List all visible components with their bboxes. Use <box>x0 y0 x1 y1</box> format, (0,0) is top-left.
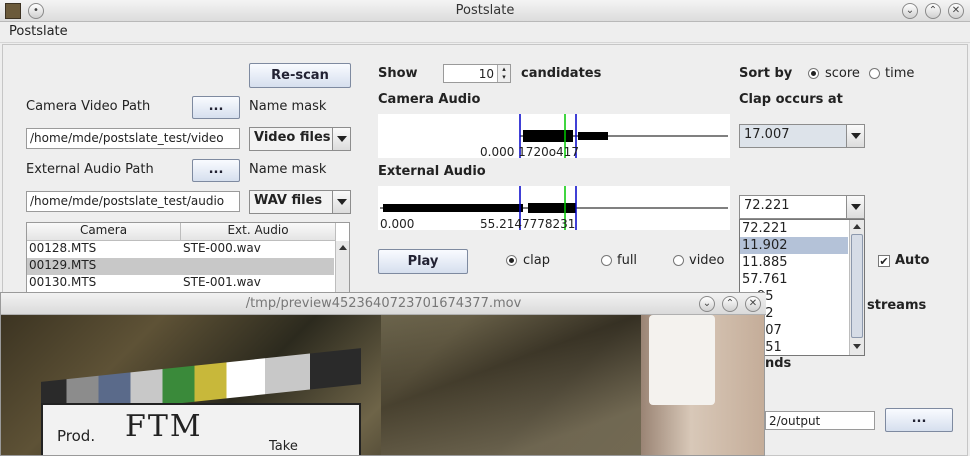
audio-name-mask-label: Name mask <box>249 162 327 177</box>
slate-handwritten-text: FTM <box>125 409 203 444</box>
audio-browse-button[interactable]: ... <box>192 159 240 182</box>
preview-video-frame: Prod. FTM Take <box>1 315 764 455</box>
sort-score-radio[interactable] <box>808 68 819 79</box>
column-header-camera[interactable]: Camera <box>27 223 181 241</box>
clap-radio[interactable] <box>506 255 517 266</box>
audio-clap-value: 72.221 <box>744 198 790 213</box>
full-radio[interactable] <box>601 255 612 266</box>
table-scrollbar[interactable] <box>335 241 349 293</box>
list-item[interactable]: 907 <box>755 322 848 339</box>
table-cell: STE-000.wav <box>183 241 261 255</box>
camera-audio-label: Camera Audio <box>378 92 481 107</box>
play-button[interactable]: Play <box>378 249 468 274</box>
audio-path-label: External Audio Path <box>26 162 154 177</box>
spinner-arrows-icon[interactable]: ▴ ▾ <box>497 65 510 82</box>
list-item[interactable]: 62 <box>755 305 848 322</box>
clapper-body: Prod. FTM Take <box>41 403 361 455</box>
chevron-down-icon[interactable] <box>332 191 350 213</box>
clap-occurs-label: Clap occurs at <box>739 92 843 107</box>
list-item[interactable]: 11.902 <box>740 237 848 254</box>
preview-minimize-button[interactable]: ⌄ <box>699 296 715 312</box>
video-radio[interactable] <box>673 255 684 266</box>
rescan-button[interactable]: Re-scan <box>249 63 351 88</box>
audio-mask-select[interactable]: WAV files <box>249 190 351 214</box>
external-audio-waveform[interactable]: 0.000 55.2147778231 <box>378 186 730 231</box>
list-item[interactable]: 57.761 <box>740 271 848 288</box>
chevron-down-icon[interactable] <box>846 196 864 218</box>
file-table: Camera Ext. Audio 00128.MTS STE-000.wav … <box>26 222 350 294</box>
sort-by-label: Sort by <box>739 66 793 81</box>
table-cell: 00130.MTS <box>29 275 97 289</box>
camera-name-mask-label: Name mask <box>249 99 327 114</box>
table-cell: 00128.MTS <box>29 241 97 255</box>
camera-clap-value: 17.007 <box>744 127 790 142</box>
clapperboard-image: Prod. FTM Take <box>41 348 361 455</box>
camera-path-input[interactable]: /home/mde/postslate_test/video <box>26 128 240 149</box>
preview-window[interactable]: /tmp/preview4523640723701674377.mov ⌄ ⌃ … <box>0 292 766 456</box>
scroll-thumb[interactable] <box>851 234 863 338</box>
audio-clap-select[interactable]: 72.221 <box>739 195 865 219</box>
menu-item-postslate[interactable]: Postslate <box>9 24 68 39</box>
seconds-label: nds <box>765 356 792 371</box>
video-radio-label: video <box>689 253 725 268</box>
output-browse-button[interactable]: ... <box>885 408 953 432</box>
external-audio-tick-start: 0.000 <box>380 217 415 231</box>
preview-maximize-button[interactable]: ⌃ <box>722 296 738 312</box>
list-item[interactable]: 11.885 <box>740 254 848 271</box>
maximize-button[interactable]: ⌃ <box>925 3 941 19</box>
auto-label: Auto <box>895 253 930 268</box>
sleeve-detail <box>649 315 715 405</box>
external-audio-label: External Audio <box>378 164 486 179</box>
sort-score-label: score <box>825 66 860 81</box>
candidates-label: candidates <box>521 66 602 81</box>
camera-mask-select[interactable]: Video files <box>249 127 351 151</box>
audio-mask-value: WAV files <box>254 193 323 208</box>
menu-bar: Postslate <box>0 22 970 43</box>
table-row[interactable]: 00128.MTS STE-000.wav <box>27 241 334 258</box>
foliage-detail <box>381 315 641 455</box>
camera-audio-waveform[interactable]: 0.000 1720o417 <box>378 114 730 159</box>
slate-take-label: Take <box>269 439 298 454</box>
title-bar: • Postslate ⌄ ⌃ ✕ <box>0 0 970 22</box>
dropdown-scrollbar[interactable] <box>849 220 864 355</box>
output-path-input[interactable]: 2/output <box>765 411 875 430</box>
slate-prod-label: Prod. <box>57 427 96 445</box>
list-item[interactable]: 851 <box>755 339 848 356</box>
candidates-value: 10 <box>478 67 494 81</box>
camera-path-label: Camera Video Path <box>26 99 151 114</box>
candidates-spinner[interactable]: 10 ▴ ▾ <box>443 64 511 83</box>
sort-time-label: time <box>885 66 915 81</box>
scroll-up-icon[interactable] <box>339 245 347 250</box>
external-audio-tick-labels: 55.2147778231 <box>480 217 576 231</box>
preview-close-button[interactable]: ✕ <box>745 296 761 312</box>
camera-browse-button[interactable]: ... <box>192 96 240 119</box>
sort-time-radio[interactable] <box>869 68 880 79</box>
table-cell: STE-001.wav <box>183 275 261 289</box>
table-row[interactable]: 00129.MTS <box>27 258 334 275</box>
preview-title-bar: /tmp/preview4523640723701674377.mov ⌄ ⌃ … <box>1 293 766 315</box>
chevron-down-icon[interactable] <box>846 125 864 147</box>
list-item[interactable]: 72.221 <box>740 220 848 237</box>
preview-title: /tmp/preview4523640723701674377.mov <box>245 296 522 311</box>
camera-clap-select[interactable]: 17.007 <box>739 124 865 148</box>
show-label: Show <box>378 66 418 81</box>
camera-mask-value: Video files <box>254 130 331 145</box>
list-item[interactable]: 95 <box>755 288 848 305</box>
scroll-down-icon[interactable] <box>853 344 861 349</box>
streams-label: streams <box>867 298 927 313</box>
table-row[interactable]: 00130.MTS STE-001.wav <box>27 275 334 292</box>
scroll-up-icon[interactable] <box>853 224 861 229</box>
window-title: Postslate <box>455 3 515 18</box>
column-header-ext-audio[interactable]: Ext. Audio <box>181 223 336 241</box>
minimize-button[interactable]: ⌄ <box>902 3 918 19</box>
chevron-down-icon[interactable] <box>332 128 350 150</box>
close-button[interactable]: ✕ <box>948 3 964 19</box>
full-radio-label: full <box>617 253 638 268</box>
auto-checkbox[interactable]: ✔ <box>878 255 890 267</box>
table-cell: 00129.MTS <box>29 258 97 272</box>
audio-path-input[interactable]: /home/mde/postslate_test/audio <box>26 191 240 212</box>
clap-radio-label: clap <box>523 253 550 268</box>
camera-audio-tick-labels: 0.000 1720o417 <box>480 145 579 159</box>
